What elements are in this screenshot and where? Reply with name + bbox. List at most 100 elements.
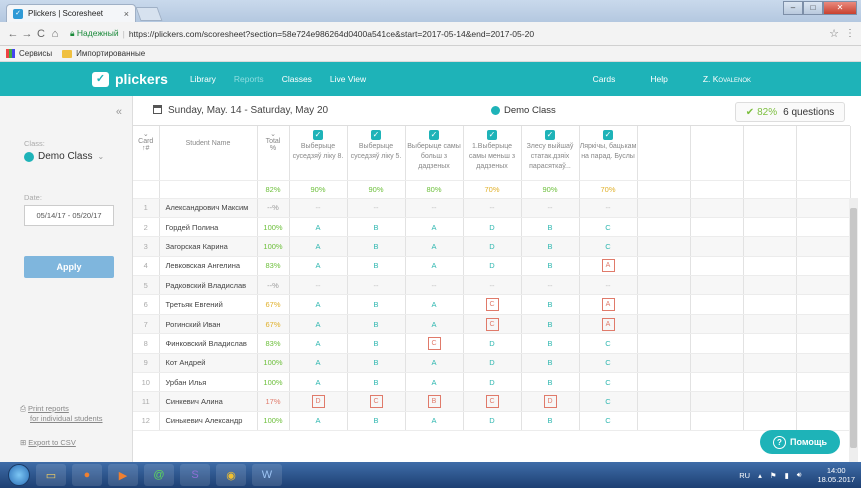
forward-icon[interactable]: → <box>20 28 34 40</box>
answer-cell: D <box>463 236 522 257</box>
firefox-icon[interactable]: ● <box>72 464 102 486</box>
tab-close-icon[interactable]: × <box>124 9 129 19</box>
question-check-icon[interactable]: ✓ <box>603 130 613 140</box>
new-tab-button[interactable] <box>135 7 163 21</box>
student-name[interactable]: Урбан Илья <box>159 372 258 393</box>
window-close-icon[interactable]: ✕ <box>823 1 857 15</box>
print-reports-link[interactable]: ⎙ Print reports <box>20 404 69 414</box>
language-indicator[interactable]: RU <box>739 471 750 480</box>
table-row[interactable]: 11 Синкевич Алина 17% D C B C D C <box>133 391 851 412</box>
tray-arrow-icon[interactable]: ▴ <box>758 471 762 480</box>
browser-menu-icon[interactable]: ⋮ <box>845 28 855 39</box>
chrome-icon[interactable]: ◉ <box>216 464 246 486</box>
icq-icon[interactable]: @ <box>144 464 174 486</box>
media-player-icon[interactable]: ▶ <box>108 464 138 486</box>
table-row[interactable]: 7 Рогинский Иван 67% A B A C B A <box>133 314 851 335</box>
nav-user[interactable]: Z. Kovalenok <box>703 74 751 84</box>
reload-icon[interactable]: C <box>34 28 48 40</box>
question-check-icon[interactable]: ✓ <box>371 130 381 140</box>
network-icon[interactable]: ▮ <box>785 471 789 480</box>
date-range-input[interactable]: 05/14/17 - 05/20/17 <box>24 205 114 226</box>
start-button-icon[interactable] <box>8 464 30 486</box>
card-column-header[interactable]: ⌄ Card ↑# <box>133 126 160 181</box>
minimize-icon[interactable]: – <box>783 1 803 15</box>
nav-live-view[interactable]: Live View <box>330 74 366 84</box>
secure-label[interactable]: 🔒︎ Надежный <box>70 28 119 39</box>
table-row[interactable]: 1 Александрович Максим --% -- -- -- -- -- -- <box>133 198 851 218</box>
answer-value: -- <box>373 280 379 290</box>
question-header-1[interactable]: ✓ Выберыце суседзяў ліку 8. <box>289 126 348 181</box>
empty-cell <box>743 411 797 432</box>
table-row[interactable]: 3 Загорская Карина 100% A B A D B C <box>133 236 851 257</box>
volume-icon[interactable]: 🔊︎ <box>797 470 802 480</box>
student-name[interactable]: Синкевич Алина <box>159 391 258 412</box>
bookmark-star-icon[interactable]: ☆ <box>829 27 839 40</box>
student-name[interactable]: Радковский Владислав <box>159 275 258 296</box>
browser-tab[interactable]: ✓ Plickers | Scoresheet × <box>6 4 136 22</box>
student-name[interactable]: Синькевич Александр <box>159 411 258 432</box>
answer-value: -- <box>315 280 321 290</box>
apply-button[interactable]: Apply <box>24 256 114 278</box>
scrollbar[interactable] <box>849 198 858 462</box>
scrollbar-thumb[interactable] <box>850 208 857 448</box>
answer-value: A <box>601 317 615 331</box>
help-button[interactable]: ? Помощь <box>760 430 840 454</box>
question-check-icon[interactable]: ✓ <box>487 130 497 140</box>
student-name[interactable]: Третьяк Евгений <box>159 294 258 315</box>
table-row[interactable]: 9 Кот Андрей 100% A B A D B C <box>133 353 851 374</box>
back-icon[interactable]: ← <box>6 28 20 40</box>
answer-cell: -- <box>405 275 464 296</box>
explorer-icon[interactable]: ▭ <box>36 464 66 486</box>
nav-library[interactable]: Library <box>190 74 216 84</box>
table-row[interactable]: 5 Радковский Владислав --% -- -- -- -- -- -- <box>133 275 851 296</box>
empty-question-slot <box>743 126 797 181</box>
skype-icon[interactable]: S <box>180 464 210 486</box>
question-header-4[interactable]: ✓ 1.Выберыце самы меньш з дадзеных <box>463 126 522 181</box>
nav-help[interactable]: Help <box>650 74 667 84</box>
question-header-2[interactable]: ✓ Выберыце суседзяў ліку 5. <box>347 126 406 181</box>
table-row[interactable]: 10 Урбан Илья 100% A B A D B C <box>133 372 851 393</box>
question-check-icon[interactable]: ✓ <box>313 130 323 140</box>
question-header-5[interactable]: ✓ Злесу выйшаў статак.дзяіх парасяткаў... <box>521 126 580 181</box>
answer-cell: A <box>405 294 464 315</box>
name-column-header[interactable]: Student Name <box>159 126 258 181</box>
home-icon[interactable]: ⌂ <box>48 28 62 40</box>
answer-cell: -- <box>347 275 406 296</box>
export-csv-link[interactable]: ⊞ Export to CSV <box>20 438 76 447</box>
bookmark-imported[interactable]: Импортированные <box>76 49 145 58</box>
table-row[interactable]: 4 Левковская Ангелина 83% A B A D B A <box>133 256 851 277</box>
plickers-logo-icon: ✓ <box>92 71 109 87</box>
plickers-logo[interactable]: ✓ plickers <box>92 71 168 87</box>
question-check-icon[interactable]: ✓ <box>429 130 439 140</box>
collapse-sidebar-icon[interactable]: « <box>116 106 122 118</box>
class-select[interactable]: Demo Class ⌄ <box>24 151 104 162</box>
clock[interactable]: 14:00 18.05.2017 <box>809 466 855 484</box>
bookmark-services[interactable]: Сервисы <box>19 49 52 58</box>
question-check-icon[interactable]: ✓ <box>545 130 555 140</box>
answer-cell: B <box>347 333 406 354</box>
student-name[interactable]: Александрович Максим <box>159 198 258 218</box>
answer-cell: B <box>347 372 406 393</box>
table-row[interactable]: 12 Синькевич Александр 100% A B A D B C <box>133 411 851 432</box>
table-row[interactable]: 6 Третьяк Евгений 67% A B A C B A <box>133 294 851 315</box>
word-icon[interactable]: W <box>252 464 282 486</box>
student-name[interactable]: Загорская Карина <box>159 236 258 257</box>
flag-icon[interactable]: ⚑ <box>770 471 777 480</box>
table-row[interactable]: 8 Финковский Владислав 83% A B C D B C <box>133 333 851 354</box>
student-name[interactable]: Рогинский Иван <box>159 314 258 335</box>
student-name[interactable]: Гордей Полина <box>159 217 258 238</box>
table-row[interactable]: 2 Гордей Полина 100% A B A D B C <box>133 217 851 238</box>
answer-value: B <box>373 261 379 271</box>
question-header-6[interactable]: ✓ Ляркічы, бацькам на парад. Буслы <box>579 126 638 181</box>
student-name[interactable]: Левковская Ангелина <box>159 256 258 277</box>
url-field[interactable]: https://plickers.com/scoresheet?section=… <box>129 29 534 39</box>
total-column-header[interactable]: ⌄ Total% <box>257 126 290 181</box>
nav-reports[interactable]: Reports <box>234 74 264 84</box>
nav-classes[interactable]: Classes <box>282 74 312 84</box>
nav-cards[interactable]: Cards <box>593 74 616 84</box>
student-name[interactable]: Финковский Владислав <box>159 333 258 354</box>
student-name[interactable]: Кот Андрей <box>159 353 258 374</box>
question-header-3[interactable]: ✓ Выберыце самы больш з дадзеных <box>405 126 464 181</box>
print-reports-link-line2[interactable]: for individual students <box>30 414 103 423</box>
maximize-icon[interactable]: □ <box>803 1 823 15</box>
